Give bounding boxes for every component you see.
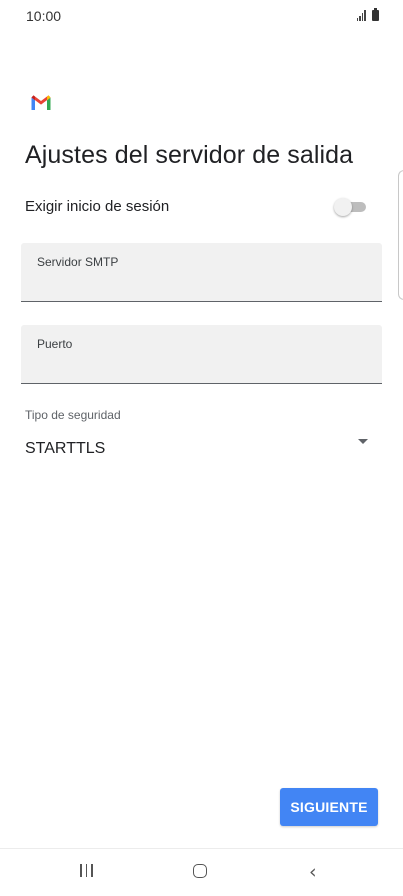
next-button[interactable]: SIGUIENTE [280, 788, 378, 826]
dropdown-arrow-icon[interactable] [358, 439, 368, 444]
home-icon[interactable] [193, 864, 207, 878]
toggle-thumb [334, 198, 352, 216]
security-type-label: Tipo de seguridad [25, 408, 121, 422]
security-type-select[interactable]: STARTTLS [25, 436, 375, 462]
status-bar: 10:00 [0, 0, 403, 34]
require-signin-label: Exigir inicio de sesión [25, 198, 170, 215]
smtp-server-field[interactable]: Servidor SMTP [21, 243, 382, 302]
gmail-logo [31, 95, 51, 110]
require-signin-row[interactable]: Exigir inicio de sesión [25, 195, 370, 219]
port-field[interactable]: Puerto [21, 325, 382, 384]
recent-apps-icon[interactable] [80, 864, 93, 877]
screen: 10:00 Ajustes del servidor de salida Exi… [0, 0, 403, 896]
status-time: 10:00 [26, 8, 62, 24]
side-scroll-handle[interactable] [398, 170, 403, 300]
security-type-value: STARTTLS [25, 440, 106, 457]
back-icon[interactable]: ‹ [309, 861, 317, 883]
navigation-bar: ‹ [0, 848, 403, 896]
require-signin-toggle[interactable] [334, 198, 368, 216]
page-title: Ajustes del servidor de salida [25, 141, 354, 169]
port-label: Puerto [37, 337, 73, 351]
status-icons [356, 8, 379, 21]
smtp-server-label: Servidor SMTP [37, 255, 119, 269]
battery-icon [372, 8, 379, 21]
signal-icon [356, 9, 366, 21]
